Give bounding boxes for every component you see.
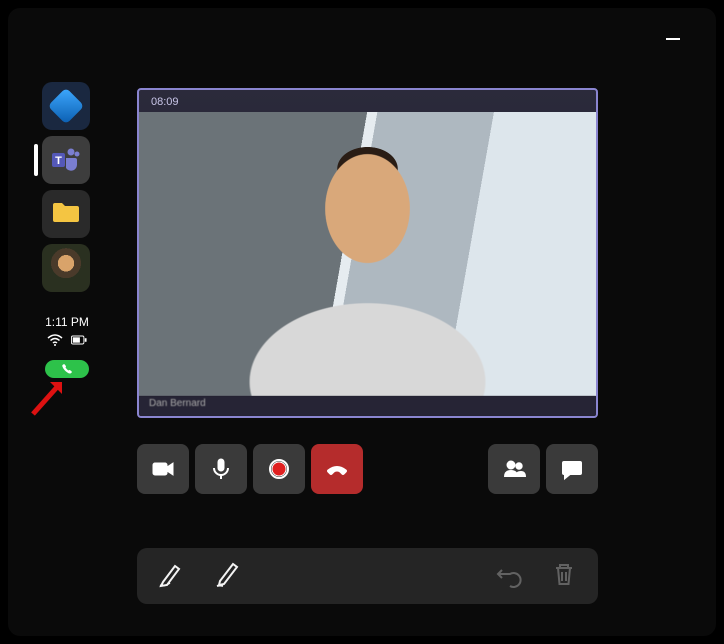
trash-icon — [550, 560, 578, 588]
pen-icon — [213, 560, 241, 588]
ink-toolbar — [137, 548, 598, 604]
app-rail: T — [40, 82, 92, 292]
svg-text:T: T — [55, 155, 62, 167]
participant-name: Dan Bernard — [139, 396, 596, 416]
participant-video — [139, 112, 596, 396]
teams-icon: T — [51, 147, 81, 173]
call-controls — [137, 444, 598, 494]
clock-time: 1:11 PM — [38, 314, 96, 331]
chat-button[interactable] — [546, 444, 598, 494]
app-dynamics[interactable] — [42, 82, 90, 130]
folder-icon — [51, 200, 81, 229]
mic-button[interactable] — [195, 444, 247, 494]
app-teams[interactable]: T — [42, 136, 90, 184]
minimize-button[interactable] — [666, 38, 680, 40]
marker-button[interactable] — [157, 560, 185, 593]
battery-icon — [71, 334, 87, 351]
dynamics-icon — [48, 88, 85, 125]
undo-button[interactable] — [494, 560, 522, 593]
app-files[interactable] — [42, 190, 90, 238]
app-profile[interactable] — [42, 244, 90, 292]
mic-icon — [209, 457, 233, 481]
chat-icon — [560, 457, 584, 481]
people-button[interactable] — [488, 444, 540, 494]
undo-icon — [494, 560, 522, 588]
pen-button[interactable] — [213, 560, 241, 593]
phone-icon — [61, 363, 73, 375]
delete-button[interactable] — [550, 560, 578, 593]
avatar-icon — [42, 244, 90, 292]
annotation-arrow-icon — [28, 376, 68, 416]
app-frame: T 1:11 PM 08:09 — [8, 8, 716, 636]
record-button[interactable] — [253, 444, 305, 494]
status-block: 1:11 PM — [38, 314, 96, 378]
people-icon — [502, 457, 526, 481]
call-timer: 08:09 — [151, 96, 179, 108]
wifi-icon — [47, 334, 63, 351]
camera-button[interactable] — [137, 444, 189, 494]
marker-icon — [157, 560, 185, 588]
hangup-icon — [325, 457, 349, 481]
record-icon — [267, 457, 291, 481]
video-window: 08:09 Dan Bernard — [137, 88, 598, 418]
camera-icon — [151, 457, 175, 481]
end-call-button[interactable] — [311, 444, 363, 494]
